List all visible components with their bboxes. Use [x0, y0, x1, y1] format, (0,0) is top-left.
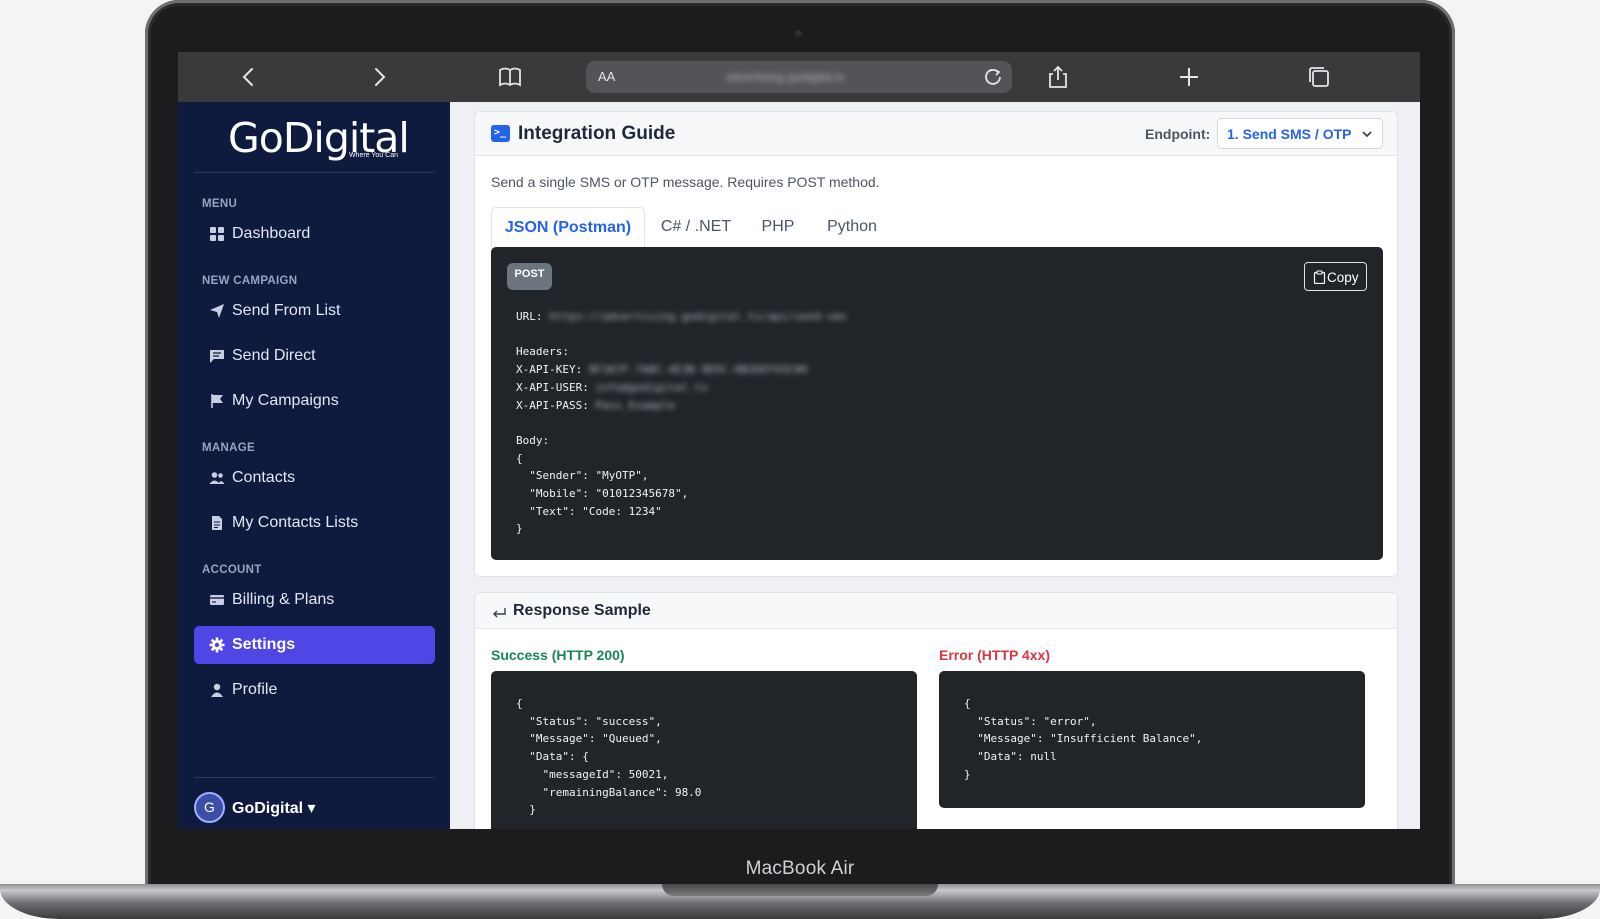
api-pass-value: Pass_Example: [595, 398, 675, 412]
user-name: GoDigital ▾: [232, 800, 316, 817]
body-line: }: [516, 522, 523, 536]
endpoint-value: 1. Send SMS / OTP: [1227, 126, 1352, 142]
url-value: https://advertising.godigital.tv/api/sen…: [549, 310, 848, 323]
main-content: >_ Integration Guide Endpoint: 1. Send S…: [450, 102, 1420, 829]
api-user-key: X-API-USER:: [516, 380, 589, 394]
api-user-value: info@godigital.tv: [595, 380, 709, 394]
method-badge: POST: [507, 263, 552, 290]
flag-icon: [209, 393, 225, 409]
chevron-down-icon: [1360, 127, 1374, 141]
reader-aa-button[interactable]: AA: [598, 69, 615, 84]
section-menu: MENU: [202, 198, 238, 210]
api-pass-key: X-API-PASS:: [516, 398, 589, 412]
sidebar-item-label: My Contacts Lists: [232, 514, 359, 531]
error-code-block: { "Status": "error", "Message": "Insuffi…: [939, 671, 1365, 808]
integration-guide-card: >_ Integration Guide Endpoint: 1. Send S…: [474, 111, 1398, 577]
sidebar-item-my-contacts-lists[interactable]: My Contacts Lists: [194, 504, 435, 542]
sidebar-item-label: Send From List: [232, 302, 341, 319]
body-line: "Text": "Code: 1234": [516, 504, 662, 518]
screen: AA advertising.godigital.tv GoDigital Wh…: [178, 52, 1420, 829]
success-code-block: { "Status": "success", "Message": "Queue…: [491, 671, 917, 829]
laptop-notch: [662, 884, 938, 896]
tab-json-postman[interactable]: JSON (Postman): [491, 207, 645, 247]
tab-csharp-dotnet[interactable]: C# / .NET: [651, 207, 741, 247]
sidebar-item-my-campaigns[interactable]: My Campaigns: [194, 382, 435, 420]
browser-toolbar: AA advertising.godigital.tv: [178, 52, 1420, 102]
sidebar-item-contacts[interactable]: Contacts: [194, 459, 435, 497]
card-header: >_ Integration Guide Endpoint: 1. Send S…: [475, 112, 1397, 156]
section-new-campaign: NEW CAMPAIGN: [202, 275, 298, 287]
logo-tagline: Where You Can: [348, 152, 398, 159]
new-tab-icon[interactable]: [1176, 64, 1202, 90]
sidebar-item-label: My Campaigns: [232, 392, 339, 409]
sidebar-item-dashboard[interactable]: Dashboard: [194, 215, 435, 253]
url-key: URL:: [516, 310, 543, 323]
body-line: {: [516, 451, 523, 465]
body-line: "Mobile": "01012345678",: [516, 487, 689, 501]
back-icon[interactable]: [236, 64, 262, 90]
response-sample-card: Response Sample Success (HTTP 200) Error…: [474, 592, 1398, 829]
endpoint-select[interactable]: 1. Send SMS / OTP: [1217, 118, 1383, 149]
terminal-icon: >_: [491, 125, 510, 142]
address-bar[interactable]: AA advertising.godigital.tv: [586, 61, 1012, 93]
api-key-key: X-API-KEY:: [516, 363, 583, 377]
sidebar-item-send-direct[interactable]: Send Direct: [194, 337, 435, 375]
sidebar: GoDigital Where You Can MENU Dashboard N…: [178, 102, 450, 829]
tab-php[interactable]: PHP: [753, 207, 803, 247]
error-label: Error (HTTP 4xx): [939, 647, 1050, 663]
sidebar-item-label: Send Direct: [232, 347, 316, 364]
sidebar-item-send-from-list[interactable]: Send From List: [194, 292, 435, 330]
section-manage: MANAGE: [202, 442, 255, 454]
gear-icon: [209, 637, 225, 653]
api-key-value: 8F3A7F-7A8C-4E3B-9D5C-8B2DEF93C00: [588, 363, 808, 377]
document-icon: [209, 515, 225, 531]
card-header: Response Sample: [475, 593, 1397, 629]
return-arrow-icon: [491, 605, 507, 621]
tab-python[interactable]: Python: [817, 207, 887, 247]
person-icon: [209, 682, 225, 698]
response-title: Response Sample: [513, 602, 651, 619]
share-icon[interactable]: [1045, 64, 1071, 90]
sidebar-item-label: Billing & Plans: [232, 591, 335, 608]
language-tabs: JSON (Postman) C# / .NET PHP Python: [491, 207, 1383, 247]
success-label: Success (HTTP 200): [491, 647, 625, 663]
tabs-overview-icon[interactable]: [1306, 64, 1332, 90]
request-code-text: URL: https://advertising.godigital.tv/ap…: [516, 308, 847, 538]
sidebar-item-label: Dashboard: [232, 225, 311, 242]
grid-icon: [209, 226, 225, 242]
endpoint-label: Endpoint:: [1145, 126, 1211, 142]
bookmarks-icon[interactable]: [497, 64, 523, 90]
avatar: G: [194, 792, 225, 823]
section-account: ACCOUNT: [202, 564, 262, 576]
sidebar-item-billing-plans[interactable]: Billing & Plans: [194, 581, 435, 619]
copy-label: Copy: [1327, 270, 1359, 285]
request-code-block: POST Copy URL: https://advertising.godig…: [491, 247, 1383, 560]
send-icon: [209, 303, 225, 319]
message-icon: [209, 348, 225, 364]
device-label: MacBook Air: [745, 858, 855, 879]
sidebar-item-label: Settings: [232, 636, 296, 653]
card-icon: [209, 592, 225, 608]
logo[interactable]: GoDigital Where You Can: [228, 114, 410, 164]
url-text: advertising.godigital.tv: [726, 70, 845, 84]
body-line: "Sender": "MyOTP",: [516, 469, 649, 483]
camera-dot: [795, 30, 802, 37]
endpoint-description: Send a single SMS or OTP message. Requir…: [491, 174, 880, 190]
reload-icon[interactable]: [982, 66, 1004, 88]
body-key: Body:: [516, 433, 550, 447]
sidebar-item-settings[interactable]: Settings: [194, 626, 435, 664]
people-icon: [209, 470, 225, 486]
copy-button[interactable]: Copy: [1304, 262, 1367, 291]
page-title: Integration Guide: [518, 123, 676, 144]
clipboard-icon: [1313, 270, 1326, 285]
sidebar-item-profile[interactable]: Profile: [194, 671, 435, 709]
headers-key: Headers:: [516, 345, 569, 359]
divider: [194, 777, 435, 778]
sidebar-item-label: Profile: [232, 681, 278, 698]
forward-icon[interactable]: [366, 64, 392, 90]
divider: [194, 172, 435, 173]
sidebar-item-label: Contacts: [232, 469, 296, 486]
